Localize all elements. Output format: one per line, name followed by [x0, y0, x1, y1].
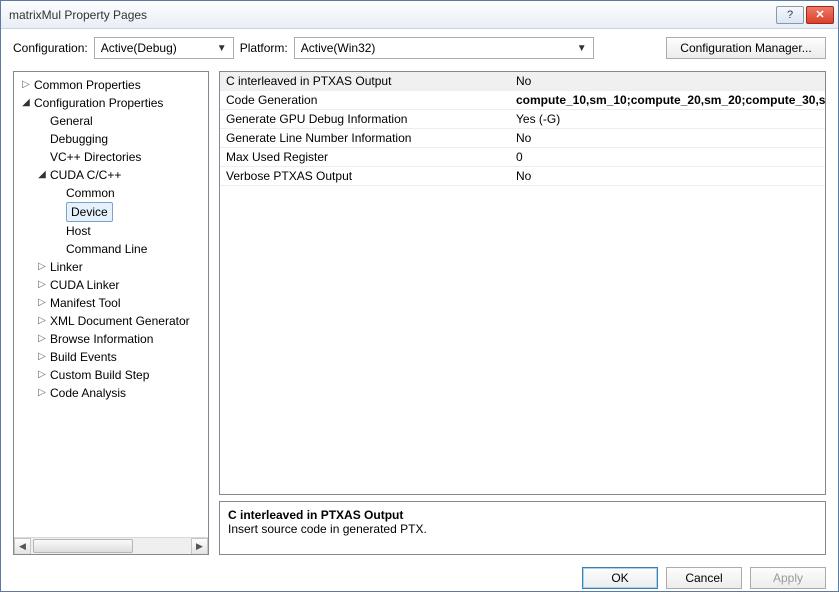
help-heading: C interleaved in PTXAS Output [228, 508, 817, 522]
property-value[interactable]: 0 [510, 148, 825, 167]
config-bar: Configuration: Active(Debug) ▼ Platform:… [1, 29, 838, 71]
platform-dropdown[interactable]: Active(Win32) ▼ [294, 37, 594, 59]
property-key: Max Used Register [220, 148, 510, 167]
tree-item-code-analysis[interactable]: ▷Code Analysis [36, 384, 208, 402]
expand-collapsed-icon[interactable]: ▷ [36, 279, 48, 291]
property-row[interactable]: Generate GPU Debug InformationYes (-G) [220, 110, 825, 129]
help-box: C interleaved in PTXAS Output Insert sou… [219, 501, 826, 555]
chevron-down-icon: ▼ [215, 43, 229, 54]
help-button[interactable]: ? [776, 6, 804, 24]
property-row[interactable]: Max Used Register0 [220, 148, 825, 167]
tree-item-build-events[interactable]: ▷Build Events [36, 348, 208, 366]
tree-panel: ▷ Common Properties ◢ Configuration Prop… [13, 71, 209, 555]
cancel-button[interactable]: Cancel [666, 567, 742, 589]
tree-item-vc-directories[interactable]: VC++ Directories [36, 148, 208, 166]
tree-item-cuda-commandline[interactable]: Command Line [52, 240, 208, 258]
ok-button[interactable]: OK [582, 567, 658, 589]
tree-item-browse-information[interactable]: ▷Browse Information [36, 330, 208, 348]
tree-item-custom-build-step[interactable]: ▷Custom Build Step [36, 366, 208, 384]
property-row[interactable]: Code Generationcompute_10,sm_10;compute_… [220, 91, 825, 110]
dialog-footer: OK Cancel Apply [1, 555, 838, 601]
property-key: Verbose PTXAS Output [220, 167, 510, 186]
right-panel: C interleaved in PTXAS OutputNoCode Gene… [219, 71, 826, 555]
expand-collapsed-icon[interactable]: ▷ [20, 79, 32, 91]
property-value[interactable]: compute_10,sm_10;compute_20,sm_20;comput… [510, 91, 825, 110]
scroll-right-icon[interactable]: ▶ [191, 538, 208, 555]
expand-collapsed-icon[interactable]: ▷ [36, 261, 48, 273]
tree-item-cuda-linker[interactable]: ▷CUDA Linker [36, 276, 208, 294]
expand-open-icon[interactable]: ◢ [36, 169, 48, 181]
tree-item-cuda-cpp[interactable]: ◢ CUDA C/C++ [36, 166, 208, 184]
configuration-manager-button[interactable]: Configuration Manager... [666, 37, 826, 59]
tree-item-general[interactable]: General [36, 112, 208, 130]
main-area: ▷ Common Properties ◢ Configuration Prop… [1, 71, 838, 555]
tree-item-xml-doc-generator[interactable]: ▷XML Document Generator [36, 312, 208, 330]
tree-item-linker[interactable]: ▷Linker [36, 258, 208, 276]
tree[interactable]: ▷ Common Properties ◢ Configuration Prop… [14, 72, 208, 536]
property-key: Generate Line Number Information [220, 129, 510, 148]
tree-item-common-properties[interactable]: ▷ Common Properties [20, 76, 208, 94]
titlebar: matrixMul Property Pages ? ✕ [1, 1, 838, 29]
scroll-thumb[interactable] [33, 539, 133, 553]
platform-value: Active(Win32) [301, 41, 376, 55]
expand-collapsed-icon[interactable]: ▷ [36, 297, 48, 309]
window-title: matrixMul Property Pages [9, 8, 774, 22]
help-body: Insert source code in generated PTX. [228, 522, 817, 536]
configuration-value: Active(Debug) [101, 41, 177, 55]
scroll-left-icon[interactable]: ◀ [14, 538, 31, 555]
property-row[interactable]: Verbose PTXAS OutputNo [220, 167, 825, 186]
property-value[interactable]: Yes (-G) [510, 110, 825, 129]
tree-item-manifest-tool[interactable]: ▷Manifest Tool [36, 294, 208, 312]
tree-item-debugging[interactable]: Debugging [36, 130, 208, 148]
tree-item-configuration-properties[interactable]: ◢ Configuration Properties [20, 94, 208, 112]
tree-horizontal-scrollbar[interactable]: ◀ ▶ [14, 537, 208, 554]
property-key: Code Generation [220, 91, 510, 110]
chevron-down-icon: ▼ [575, 43, 589, 54]
expand-collapsed-icon[interactable]: ▷ [36, 387, 48, 399]
apply-button[interactable]: Apply [750, 567, 826, 589]
close-button[interactable]: ✕ [806, 6, 834, 24]
platform-label: Platform: [240, 41, 288, 55]
property-value[interactable]: No [510, 129, 825, 148]
property-key: Generate GPU Debug Information [220, 110, 510, 129]
property-value[interactable]: No [510, 167, 825, 186]
property-row[interactable]: C interleaved in PTXAS OutputNo [220, 72, 825, 91]
expand-collapsed-icon[interactable]: ▷ [36, 351, 48, 363]
property-row[interactable]: Generate Line Number InformationNo [220, 129, 825, 148]
expand-collapsed-icon[interactable]: ▷ [36, 315, 48, 327]
tree-item-cuda-device[interactable]: Device [52, 202, 208, 222]
property-value[interactable]: No [510, 72, 825, 91]
expand-open-icon[interactable]: ◢ [20, 97, 32, 109]
scroll-track[interactable] [31, 538, 191, 555]
expand-collapsed-icon[interactable]: ▷ [36, 369, 48, 381]
configuration-dropdown[interactable]: Active(Debug) ▼ [94, 37, 234, 59]
property-key: C interleaved in PTXAS Output [220, 72, 510, 91]
tree-item-cuda-host[interactable]: Host [52, 222, 208, 240]
expand-collapsed-icon[interactable]: ▷ [36, 333, 48, 345]
tree-item-cuda-common[interactable]: Common [52, 184, 208, 202]
property-grid[interactable]: C interleaved in PTXAS OutputNoCode Gene… [219, 71, 826, 495]
configuration-label: Configuration: [13, 41, 88, 55]
